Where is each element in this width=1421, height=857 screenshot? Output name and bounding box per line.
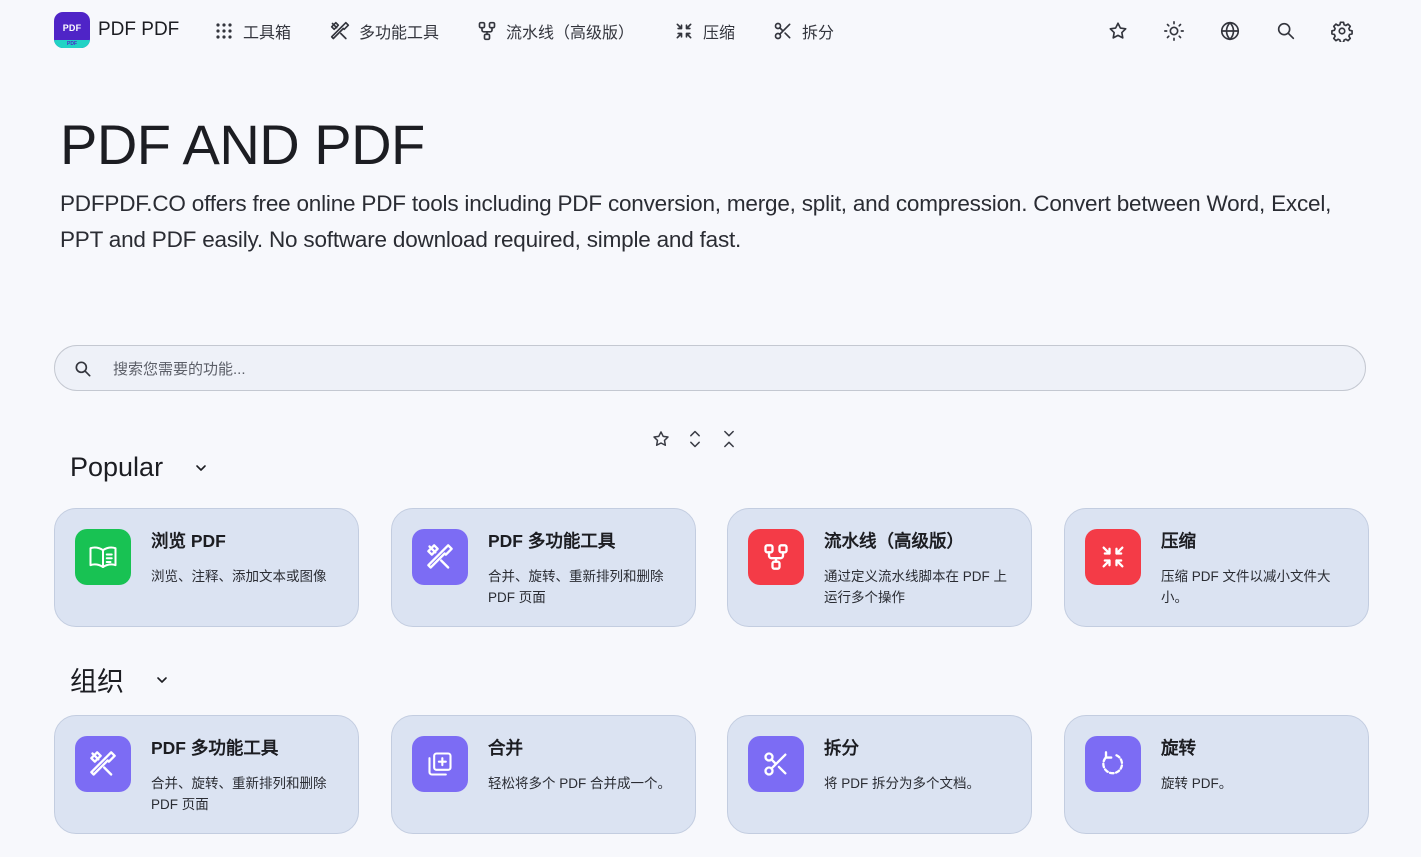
chevron-down-icon bbox=[193, 460, 209, 476]
card-description: 旋转 PDF。 bbox=[1161, 776, 1233, 791]
top-navbar: PDF PDF PDF PDF 工具箱 多功能工具 流水线（高级版） 压缩 拆分 bbox=[0, 0, 1421, 62]
tool-card-pipeline[interactable]: 流水线（高级版） 通过定义流水线脚本在 PDF 上运行多个操作 bbox=[727, 508, 1032, 627]
hero-description: PDFPDF.CO offers free online PDF tools i… bbox=[60, 191, 1332, 252]
pipeline-icon bbox=[477, 21, 497, 41]
nav-compress[interactable]: 压缩 bbox=[674, 18, 735, 44]
scissors-icon bbox=[773, 21, 793, 41]
tools-icon bbox=[330, 21, 350, 41]
card-title: 浏览 PDF bbox=[151, 531, 226, 551]
section-toggle-organize[interactable]: 组织 bbox=[70, 660, 170, 699]
chevron-down-icon bbox=[154, 672, 170, 688]
tools-icon bbox=[75, 736, 131, 792]
nav-pipeline[interactable]: 流水线（高级版） bbox=[477, 18, 634, 44]
grid-icon bbox=[214, 21, 234, 41]
tools-icon bbox=[412, 529, 468, 585]
tool-search-bar bbox=[54, 345, 1366, 392]
rotate-icon bbox=[1085, 736, 1141, 792]
search-icon bbox=[73, 359, 93, 379]
brand-home-link[interactable]: PDF PDF PDF PDF bbox=[54, 12, 179, 48]
tool-card-compress[interactable]: 压缩 压缩 PDF 文件以减小文件大小。 bbox=[1064, 508, 1369, 627]
nav-split[interactable]: 拆分 bbox=[773, 18, 834, 44]
hero-title: PDF AND PDF bbox=[60, 113, 425, 176]
nav-toolbox[interactable]: 工具箱 bbox=[214, 18, 291, 44]
merge-icon bbox=[412, 736, 468, 792]
favorites-star-icon[interactable] bbox=[1107, 20, 1129, 42]
card-title: 旋转 bbox=[1161, 738, 1196, 758]
pipeline-icon bbox=[748, 529, 804, 585]
card-description: 将 PDF 拆分为多个文档。 bbox=[824, 776, 981, 791]
card-description: 通过定义流水线脚本在 PDF 上运行多个操作 bbox=[824, 569, 1008, 605]
card-title: 压缩 bbox=[1161, 531, 1196, 551]
scissors-icon bbox=[748, 736, 804, 792]
book-icon bbox=[75, 529, 131, 585]
nav-multi-tool[interactable]: 多功能工具 bbox=[330, 18, 439, 44]
card-description: 合并、旋转、重新排列和删除 PDF 页面 bbox=[151, 776, 327, 812]
nav-label: 压缩 bbox=[703, 25, 736, 42]
favorites-filter-star-icon[interactable] bbox=[651, 429, 671, 449]
card-description: 轻松将多个 PDF 合并成一个。 bbox=[488, 776, 672, 791]
nav-label: 工具箱 bbox=[243, 25, 292, 42]
language-globe-icon[interactable] bbox=[1219, 20, 1241, 42]
card-description: 合并、旋转、重新排列和删除 PDF 页面 bbox=[488, 569, 664, 605]
tool-card-split[interactable]: 拆分 将 PDF 拆分为多个文档。 bbox=[727, 715, 1032, 834]
settings-gear-icon[interactable] bbox=[1331, 20, 1353, 42]
search-input[interactable] bbox=[111, 346, 1335, 392]
brand-name: PDF PDF bbox=[98, 19, 180, 40]
tool-card-multi-tool-organize[interactable]: PDF 多功能工具 合并、旋转、重新排列和删除 PDF 页面 bbox=[54, 715, 359, 834]
section-title: Popular bbox=[70, 452, 164, 482]
collapse-all-icon[interactable] bbox=[719, 429, 739, 449]
tool-card-merge[interactable]: 合并 轻松将多个 PDF 合并成一个。 bbox=[391, 715, 696, 834]
card-description: 浏览、注释、添加文本或图像 bbox=[151, 569, 327, 584]
section-toggle-popular[interactable]: Popular bbox=[70, 452, 209, 483]
nav-label: 多功能工具 bbox=[359, 25, 440, 42]
tool-card-multi-tool[interactable]: PDF 多功能工具 合并、旋转、重新排列和删除 PDF 页面 bbox=[391, 508, 696, 627]
card-title: PDF 多功能工具 bbox=[488, 531, 616, 551]
card-title: PDF 多功能工具 bbox=[151, 738, 279, 758]
card-title: 流水线（高级版） bbox=[824, 531, 964, 551]
card-title: 拆分 bbox=[824, 738, 859, 758]
card-title: 合并 bbox=[488, 738, 523, 758]
pdf-logo: PDF PDF bbox=[54, 12, 90, 48]
theme-sun-icon[interactable] bbox=[1163, 20, 1185, 42]
search-icon[interactable] bbox=[1275, 20, 1297, 42]
nav-label: 流水线（高级版） bbox=[506, 25, 635, 42]
section-title: 组织 bbox=[70, 667, 124, 697]
expand-all-icon[interactable] bbox=[685, 429, 705, 449]
compress-icon bbox=[674, 21, 694, 41]
tool-card-view-pdf[interactable]: 浏览 PDF 浏览、注释、添加文本或图像 bbox=[54, 508, 359, 627]
card-description: 压缩 PDF 文件以减小文件大小。 bbox=[1161, 569, 1331, 605]
tool-card-rotate[interactable]: 旋转 旋转 PDF。 bbox=[1064, 715, 1369, 834]
compress-icon bbox=[1085, 529, 1141, 585]
nav-label: 拆分 bbox=[802, 25, 835, 42]
